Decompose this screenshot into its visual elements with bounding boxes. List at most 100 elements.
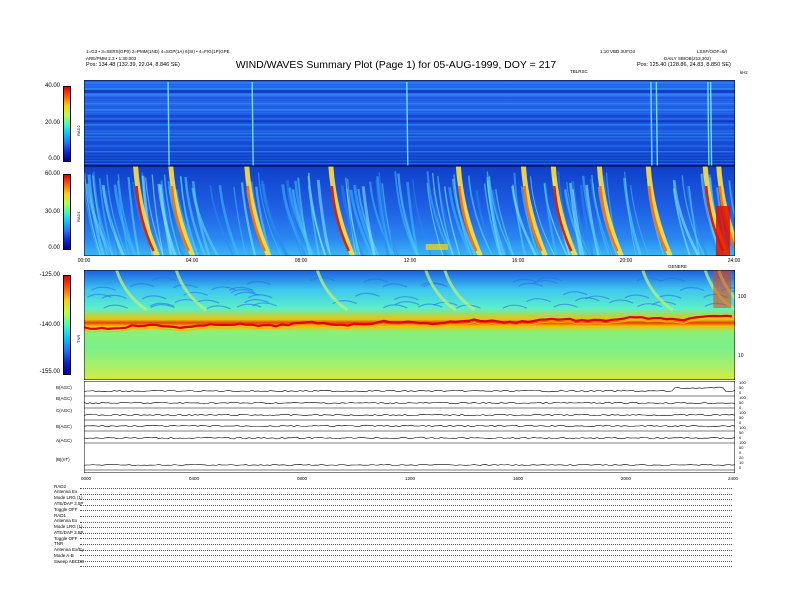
rad2-band <box>84 157 735 159</box>
khz-label: kHz <box>740 70 748 75</box>
time-tick: 16:00 <box>511 258 525 264</box>
rad2-band <box>84 133 735 135</box>
time-axis-lower: 0000 0400 0800 1200 1600 2000 2400 <box>0 476 792 484</box>
rad2-band <box>84 136 735 138</box>
info-dotted-line <box>80 516 732 517</box>
rad2-label: RAD2 <box>76 125 81 136</box>
tnr-right-tick: 10 <box>738 353 744 359</box>
time-tick: 20:00 <box>619 258 633 264</box>
time-tick: 2400 <box>727 476 739 481</box>
rad2-band <box>84 154 735 156</box>
rad2-band <box>84 90 735 93</box>
time-tick: 0400 <box>188 476 200 481</box>
time-tick: 1200 <box>404 476 416 481</box>
rad2-burst <box>655 81 659 166</box>
info-dotted-line <box>80 499 732 501</box>
agc-label: B(AGC) <box>56 396 72 401</box>
time-tick: 00:00 <box>77 258 91 264</box>
tnr-right-tick: 100 <box>738 294 747 300</box>
info-dotted-line <box>80 549 732 551</box>
rad2-band <box>84 97 735 100</box>
rad2-colorbar <box>63 86 71 162</box>
rad2-band <box>84 94 735 96</box>
rad2-spectrogram <box>84 80 735 166</box>
rad2-band <box>84 115 735 118</box>
info-dotted-line <box>80 538 732 540</box>
rad2-burst <box>167 81 170 166</box>
agc-label: A(AGC) <box>56 438 72 443</box>
rad2-burst <box>709 81 713 166</box>
rad2-band <box>84 85 735 87</box>
rad2-band <box>84 127 735 129</box>
rad2-band <box>84 112 735 114</box>
rad1-spectrogram <box>84 166 735 256</box>
info-line: Mode LRG (1) <box>54 495 83 500</box>
rad2-band <box>84 148 735 151</box>
rad2-band <box>84 82 735 84</box>
info-line: Antenna Ex <box>54 489 78 494</box>
rad2-band <box>84 160 735 162</box>
agc-label: C(AGC) <box>56 408 72 413</box>
time-tick: 04:00 <box>185 258 199 264</box>
info-line: Toggle OFF <box>54 507 78 512</box>
time-tick: 0000 <box>80 476 92 481</box>
rad2-band <box>84 163 735 165</box>
agc-right-ticks: 100 50 0 100 50 0 100 50 0 100 50 0 100 50 0 20 10 0 <box>737 380 757 473</box>
info-dotted-line <box>80 521 732 523</box>
instrument-info: RAD2 Antenna Ex Mode LRG (1) ATE/DAP 3.5… <box>54 484 734 564</box>
info-line: ATE/DAP 3.5P <box>54 501 84 506</box>
info-line: Mode LRG (1) <box>54 524 83 529</box>
rad2-ytick-top: 40.00 <box>44 83 60 89</box>
time-tick: 0800 <box>296 476 308 481</box>
agc-line-panel <box>84 381 735 473</box>
info-dotted-line <box>80 493 732 495</box>
agc-label: B(AGC) <box>56 424 72 429</box>
time-tick: 08:00 <box>294 258 308 264</box>
info-dotted-line <box>80 566 732 568</box>
rad1-ytick-mid: 30.00 <box>44 209 60 215</box>
rad2-ytick-mid: 20.00 <box>44 120 60 126</box>
rad1-colorbar <box>63 174 71 250</box>
rad2-band <box>84 88 735 90</box>
header-info-right-2: LSSF/OOF=6/I <box>697 49 727 54</box>
rad1-ytick-bottom: 0.00 <box>48 245 60 251</box>
agc-right-tick: 0 <box>739 465 742 470</box>
agc-label: |B|(nT) <box>56 457 70 462</box>
info-line: Antenna Ex <box>54 518 78 523</box>
info-dotted-line <box>80 527 732 529</box>
rad2-band <box>84 124 735 126</box>
info-dotted-line <box>80 560 732 562</box>
tnr-label: TNR <box>76 334 81 343</box>
rad2-band <box>84 109 735 111</box>
header-info-left-1: 1=G3 • 3=SERS(GP0) 2=PMM(1ND) 4=SGP(1A) … <box>86 49 230 54</box>
rad2-band <box>84 142 735 144</box>
rad1-ytick-top: 60.00 <box>44 171 60 177</box>
info-line: TNR <box>54 541 64 546</box>
info-dotted-line <box>80 488 732 489</box>
rad1-label: RAD1 <box>76 211 81 222</box>
time-tick: 24:00 <box>727 258 741 264</box>
tnr-ytick-bottom: -155.00 <box>39 369 60 375</box>
rad2-band <box>84 100 735 102</box>
time-tick: 1600 <box>512 476 524 481</box>
tnr-corner-label: GENERE <box>668 264 688 269</box>
tnr-ytick-mid: -140.00 <box>39 322 60 328</box>
info-dotted-line <box>80 555 732 557</box>
time-tick: 2000 <box>620 476 632 481</box>
rad2-band <box>84 120 735 122</box>
rad2-band <box>84 151 735 153</box>
tnr-burst-intense <box>713 270 732 308</box>
rad2-band <box>84 106 735 108</box>
rad2-burst <box>650 81 653 166</box>
info-dotted-line <box>80 532 732 534</box>
info-dotted-line <box>80 510 732 512</box>
info-line: Mode A-B <box>54 553 74 558</box>
rad2-burst <box>251 81 254 166</box>
tnr-ytick-top: -125.00 <box>39 272 60 278</box>
header-info-right-1: 1:10 VBD 3UFO3 <box>600 49 636 54</box>
page-title: WIND/WAVES Summary Plot (Page 1) for 05-… <box>235 59 557 71</box>
rad1-patch <box>425 244 448 250</box>
agc-labels: B(AGC) B(AGC) C(AGC) B(AGC) A(AGC) |B|(n… <box>50 381 84 473</box>
rad2-band <box>84 139 735 142</box>
tnr-colorbar <box>63 275 71 375</box>
